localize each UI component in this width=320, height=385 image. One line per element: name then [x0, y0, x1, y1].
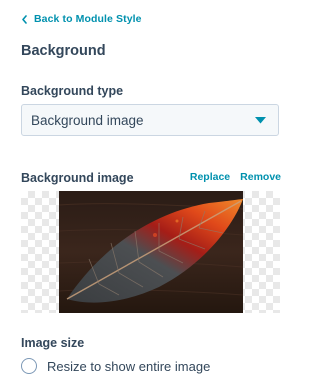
back-to-module-style-link[interactable]: Back to Module Style	[21, 13, 142, 25]
replace-button[interactable]: Replace	[190, 171, 230, 183]
resize-entire-image-option[interactable]: Resize to show entire image	[21, 358, 210, 374]
image-actions: Replace Remove	[190, 171, 281, 183]
background-image-label: Background image	[21, 171, 134, 185]
radio-button[interactable]	[21, 358, 37, 374]
section-title: Background	[21, 43, 106, 59]
background-type-select[interactable]: Background image	[21, 104, 279, 136]
back-link-label: Back to Module Style	[34, 13, 142, 25]
radio-option-label: Resize to show entire image	[47, 358, 211, 374]
remove-button[interactable]: Remove	[240, 171, 281, 183]
image-size-label: Image size	[21, 336, 85, 350]
chevron-left-icon	[22, 14, 27, 24]
background-image-preview[interactable]	[21, 191, 280, 313]
background-type-value: Background image	[31, 112, 144, 128]
background-type-label: Background type	[21, 84, 124, 98]
leaf-image-thumbnail	[59, 191, 243, 313]
caret-down-icon	[255, 116, 266, 123]
